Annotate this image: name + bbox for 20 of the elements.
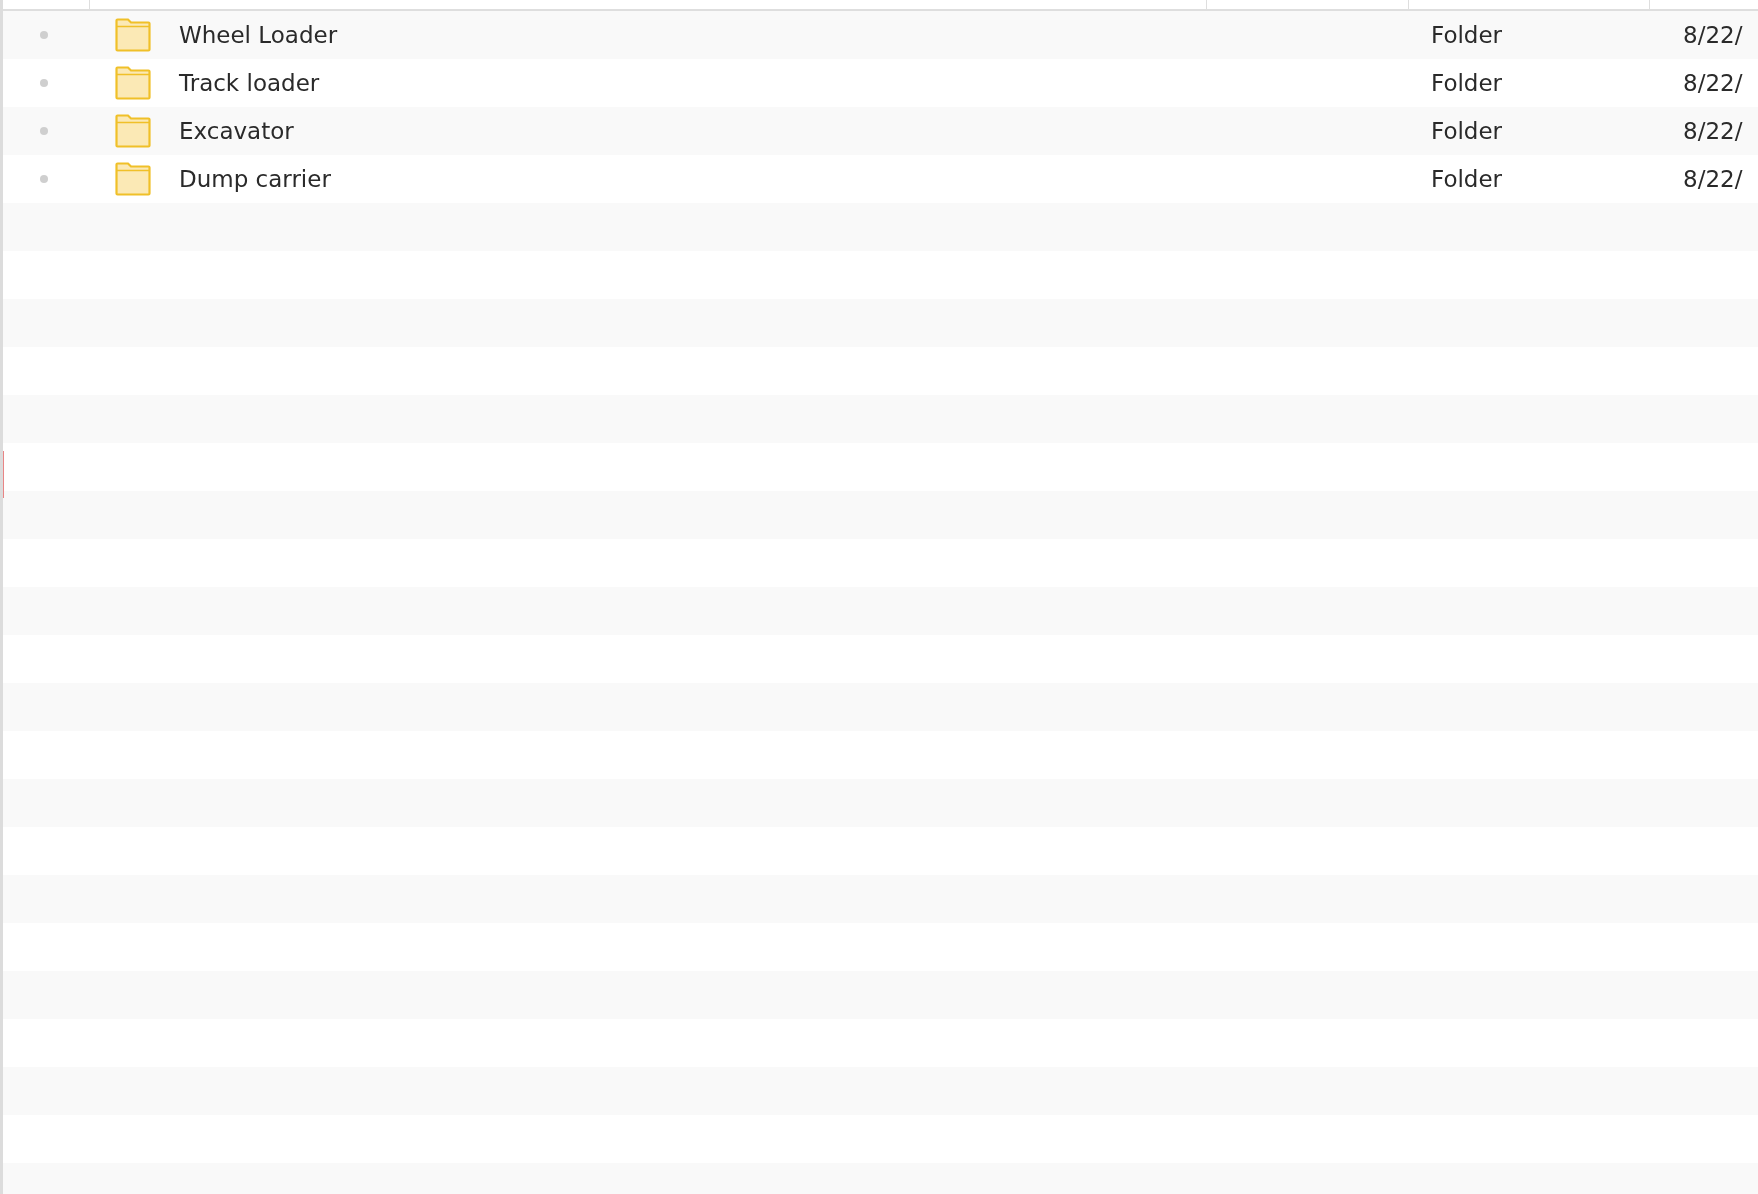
file-type: Folder [1431,166,1503,192]
modified-date: 8/22/ [1683,70,1743,96]
bullet-icon [40,79,48,87]
file-name: Track loader [179,70,320,96]
folder-icon [115,162,151,196]
file-name: Dump carrier [179,166,331,192]
file-type: Folder [1431,118,1503,144]
modified-date: 8/22/ [1683,166,1743,192]
bullet-icon [40,175,48,183]
bullet-icon [40,31,48,39]
file-type: Folder [1431,70,1503,96]
folder-icon [115,18,151,52]
bullet-icon [40,127,48,135]
file-name: Excavator [179,118,294,144]
file-type: Folder [1431,22,1503,48]
modified-date: 8/22/ [1683,118,1743,144]
modified-date: 8/22/ [1683,22,1743,48]
folder-icon [115,114,151,148]
file-name: Wheel Loader [179,22,338,48]
folder-icon [115,66,151,100]
